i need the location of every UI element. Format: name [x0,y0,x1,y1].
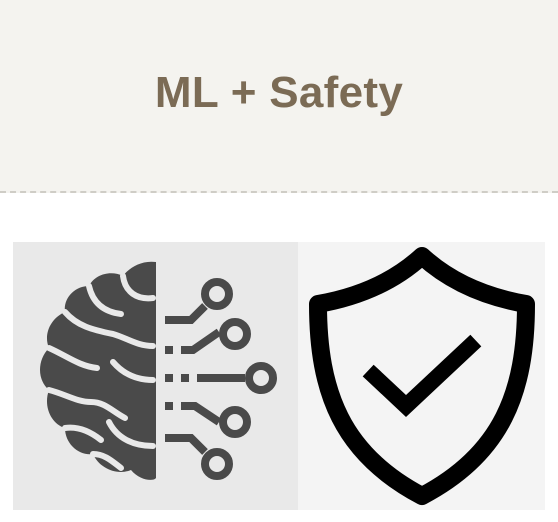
shield-check-icon [309,247,535,505]
title-banner: ML + Safety [0,0,558,193]
illustration-row [13,242,545,510]
page-title: ML + Safety [154,67,404,117]
brain-circuit-icon [40,261,277,480]
safety-illustration [298,242,545,510]
page: ML + Safety [0,0,558,522]
ml-illustration [13,242,298,510]
